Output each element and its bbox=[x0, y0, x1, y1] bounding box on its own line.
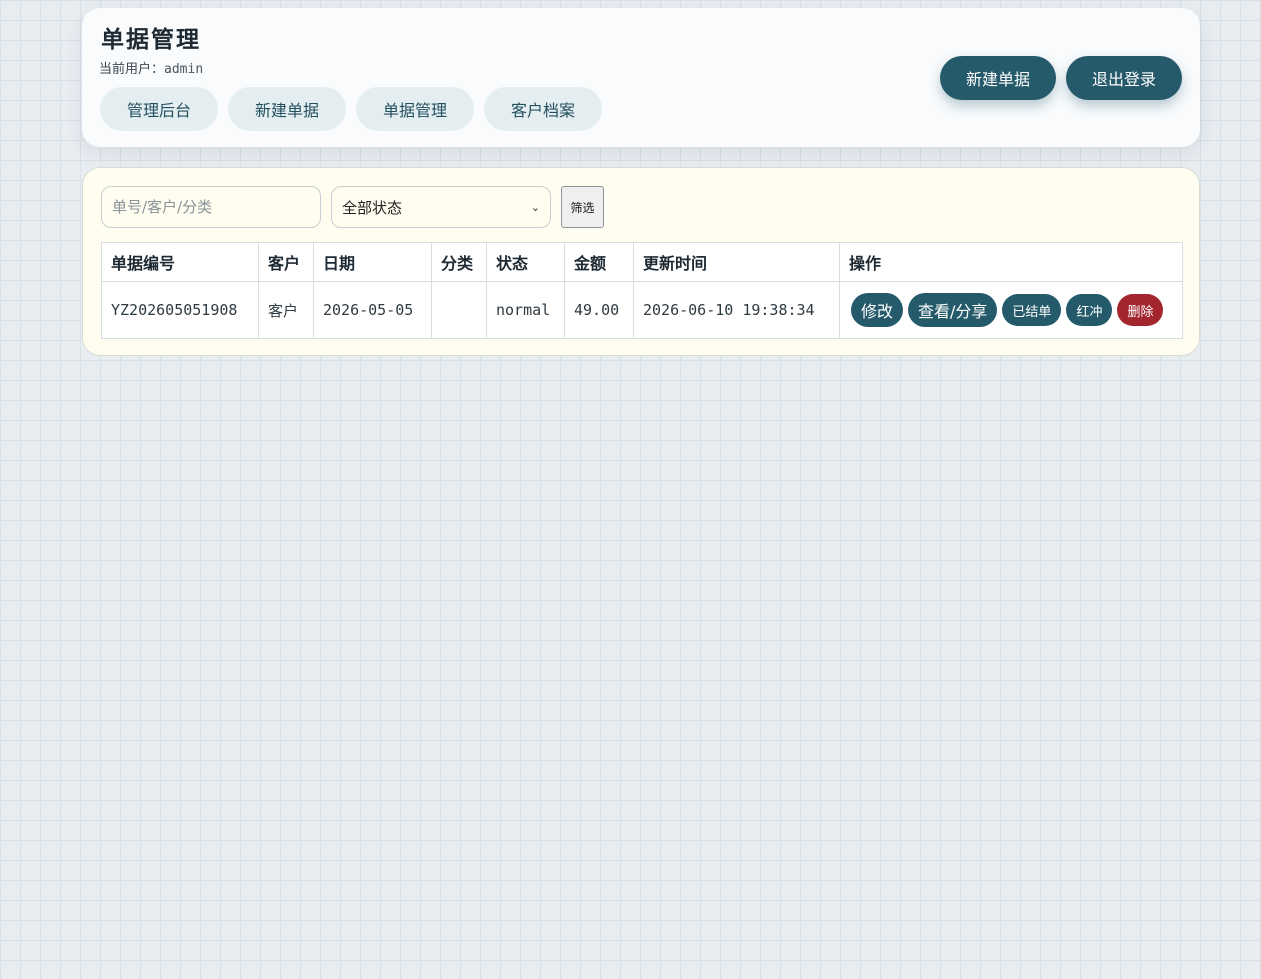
cell-updated-time: 2026-06-10 19:38:34 bbox=[633, 281, 840, 339]
view-share-button[interactable]: 查看/分享 bbox=[908, 293, 998, 327]
col-category: 分类 bbox=[431, 242, 487, 282]
current-user-label: 当前用户： bbox=[99, 62, 165, 77]
col-operations: 操作 bbox=[839, 242, 1183, 282]
search-input[interactable] bbox=[101, 186, 321, 228]
cell-document-number: YZ202605051908 bbox=[101, 281, 259, 339]
col-updated-time: 更新时间 bbox=[633, 242, 840, 282]
nav-new-document[interactable]: 新建单据 bbox=[228, 87, 346, 131]
col-status: 状态 bbox=[486, 242, 565, 282]
edit-button[interactable]: 修改 bbox=[851, 293, 904, 327]
row-actions: 修改 查看/分享 已结单 红冲 删除 bbox=[849, 293, 1173, 327]
status-select-value: 全部状态 bbox=[342, 198, 403, 217]
nav-document-management[interactable]: 单据管理 bbox=[356, 87, 474, 131]
reverse-button[interactable]: 红冲 bbox=[1066, 294, 1113, 326]
cell-customer: 客户 bbox=[258, 281, 314, 339]
cell-amount: 49.00 bbox=[564, 281, 634, 339]
cell-operations: 修改 查看/分享 已结单 红冲 删除 bbox=[839, 281, 1183, 339]
col-date: 日期 bbox=[313, 242, 432, 282]
logout-button[interactable]: 退出登录 bbox=[1065, 56, 1182, 100]
filter-bar: 全部状态 ⌄ 筛选 bbox=[101, 186, 604, 228]
delete-button[interactable]: 删除 bbox=[1117, 294, 1164, 326]
new-document-button[interactable]: 新建单据 bbox=[939, 56, 1056, 100]
current-user: 当前用户：admin bbox=[99, 58, 203, 77]
header-card: 单据管理 当前用户：admin 管理后台 新建单据 单据管理 客户档案 新建单据… bbox=[82, 8, 1200, 147]
table-header-row: 单据编号 客户 日期 分类 状态 金额 更新时间 操作 bbox=[101, 242, 1183, 282]
col-customer: 客户 bbox=[258, 242, 314, 282]
document-list-card: 全部状态 ⌄ 筛选 单据编号 客户 日期 分类 状态 金额 更新时间 操作 YZ… bbox=[82, 167, 1200, 356]
chevron-down-icon: ⌄ bbox=[530, 200, 540, 214]
status-select[interactable]: 全部状态 ⌄ bbox=[331, 186, 551, 228]
nav-admin-dashboard[interactable]: 管理后台 bbox=[100, 87, 218, 131]
header-actions: 新建单据 退出登录 bbox=[939, 56, 1182, 100]
main-nav: 管理后台 新建单据 单据管理 客户档案 bbox=[100, 87, 602, 131]
filter-button[interactable]: 筛选 bbox=[561, 186, 604, 228]
nav-customer-records[interactable]: 客户档案 bbox=[484, 87, 602, 131]
settle-button[interactable]: 已结单 bbox=[1002, 294, 1062, 326]
cell-status: normal bbox=[486, 281, 565, 339]
current-user-name: admin bbox=[164, 62, 204, 77]
col-amount: 金额 bbox=[564, 242, 634, 282]
col-document-number: 单据编号 bbox=[101, 242, 259, 282]
cell-date: 2026-05-05 bbox=[313, 281, 432, 339]
page-title: 单据管理 bbox=[101, 26, 201, 53]
cell-category bbox=[431, 281, 487, 339]
document-table: 单据编号 客户 日期 分类 状态 金额 更新时间 操作 YZ2026050519… bbox=[101, 242, 1183, 339]
table-row: YZ202605051908 客户 2026-05-05 normal 49.0… bbox=[101, 281, 1183, 339]
